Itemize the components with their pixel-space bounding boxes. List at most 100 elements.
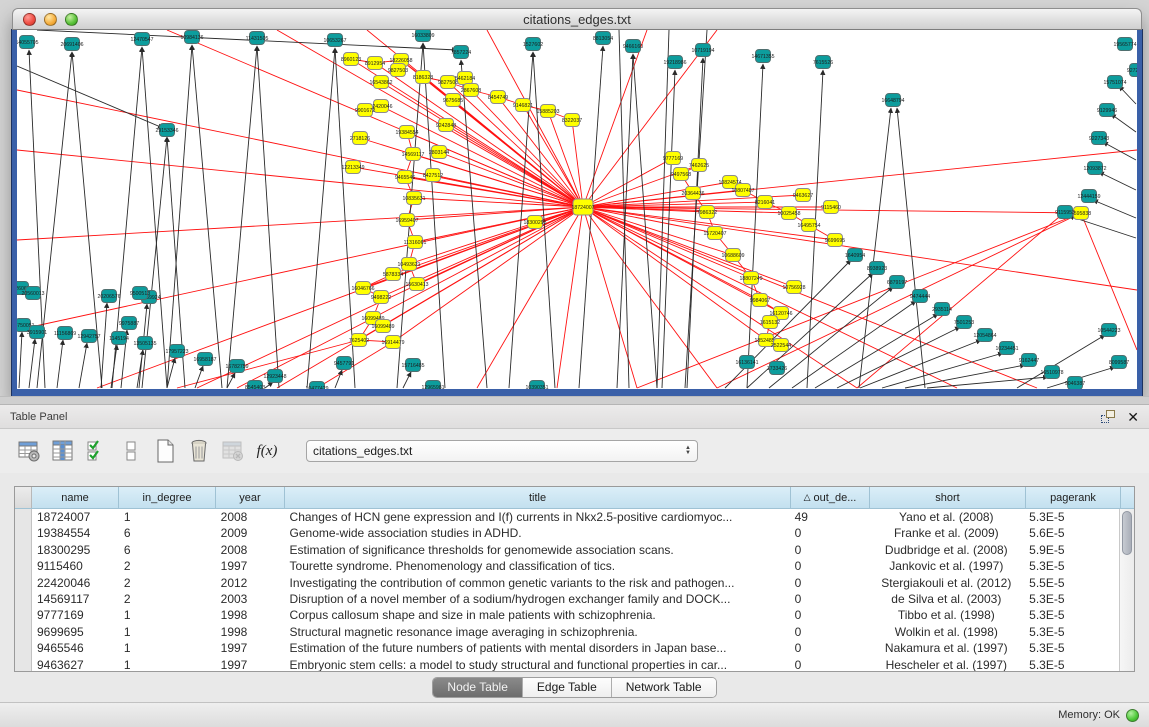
- cell-title[interactable]: Structural magnetic resonance image aver…: [285, 624, 790, 640]
- table-row[interactable]: 1938455462009Genome-wide association stu…: [15, 525, 1119, 541]
- cell-name[interactable]: 22420046: [32, 575, 119, 591]
- float-window-icon[interactable]: [1101, 410, 1115, 423]
- cell-in_degree[interactable]: 1: [119, 509, 216, 525]
- table-row[interactable]: 1872400712008Changes of HCN gene express…: [15, 509, 1119, 525]
- cell-year[interactable]: 1998: [216, 624, 285, 640]
- cell-year[interactable]: 1997: [216, 640, 285, 656]
- table-source-dropdown[interactable]: citations_edges.txt ▲▼: [306, 440, 698, 462]
- cell-out_de[interactable]: 0: [790, 525, 869, 541]
- cell-in_degree[interactable]: 1: [119, 640, 216, 656]
- cell-in_degree[interactable]: 2: [119, 575, 216, 591]
- cell-name[interactable]: 18724007: [32, 509, 119, 525]
- table-row[interactable]: 911546021997Tourette syndrome. Phenomeno…: [15, 558, 1119, 574]
- tab-node-table[interactable]: Node Table: [433, 678, 523, 697]
- table-row[interactable]: 1830029562008Estimation of significance …: [15, 542, 1119, 558]
- cell-title[interactable]: Investigating the contribution of common…: [285, 575, 790, 591]
- delete-table-icon[interactable]: [220, 438, 246, 464]
- cell-title[interactable]: Embryonic stem cells: a model to study s…: [285, 657, 790, 671]
- column-header-pagerank[interactable]: pagerank: [1026, 487, 1121, 508]
- cell-out_de[interactable]: 0: [790, 542, 869, 558]
- cell-out_de[interactable]: 0: [790, 558, 869, 574]
- column-header-title[interactable]: title: [285, 487, 791, 508]
- scrollbar-thumb[interactable]: [1122, 511, 1132, 555]
- cell-short[interactable]: de Silva et al. (2003): [868, 591, 1024, 607]
- table-settings-icon[interactable]: [16, 438, 42, 464]
- cell-short[interactable]: Stergiakouli et al. (2012): [868, 575, 1024, 591]
- cell-in_degree[interactable]: 1: [119, 607, 216, 623]
- cell-short[interactable]: Jankovic et al. (1997): [868, 558, 1024, 574]
- cell-pagerank[interactable]: 5.3E-5: [1024, 640, 1119, 656]
- delete-column-icon[interactable]: [186, 438, 212, 464]
- cell-pagerank[interactable]: 5.3E-5: [1024, 624, 1119, 640]
- cell-in_degree[interactable]: 6: [119, 525, 216, 541]
- cell-name[interactable]: 9115460: [32, 558, 119, 574]
- cell-pagerank[interactable]: 5.3E-5: [1024, 657, 1119, 671]
- cell-year[interactable]: 2008: [216, 509, 285, 525]
- cell-name[interactable]: 9777169: [32, 607, 119, 623]
- cell-title[interactable]: Estimation of the future numbers of pati…: [285, 640, 790, 656]
- cell-title[interactable]: Tourette syndrome. Phenomenology and cla…: [285, 558, 790, 574]
- cell-in_degree[interactable]: 2: [119, 591, 216, 607]
- column-header-out_de[interactable]: △out_de...: [791, 487, 870, 508]
- column-header-short[interactable]: short: [870, 487, 1026, 508]
- cell-year[interactable]: 1998: [216, 607, 285, 623]
- cell-short[interactable]: Dudbridge et al. (2008): [868, 542, 1024, 558]
- cell-out_de[interactable]: 0: [790, 624, 869, 640]
- cell-year[interactable]: 2003: [216, 591, 285, 607]
- tab-network-table[interactable]: Network Table: [612, 678, 716, 697]
- cell-short[interactable]: Franke et al. (2009): [868, 525, 1024, 541]
- cell-in_degree[interactable]: 1: [119, 624, 216, 640]
- cell-short[interactable]: Nakamura et al. (1997): [868, 640, 1024, 656]
- table-row[interactable]: 2242004622012Investigating the contribut…: [15, 575, 1119, 591]
- cell-pagerank[interactable]: 5.9E-5: [1024, 542, 1119, 558]
- table-body[interactable]: 1872400712008Changes of HCN gene express…: [15, 509, 1119, 671]
- cell-title[interactable]: Estimation of significance thresholds fo…: [285, 542, 790, 558]
- cell-title[interactable]: Genome-wide association studies in ADHD.: [285, 525, 790, 541]
- select-all-rows-icon[interactable]: [84, 438, 110, 464]
- cell-pagerank[interactable]: 5.5E-5: [1024, 575, 1119, 591]
- cell-name[interactable]: 18300295: [32, 542, 119, 558]
- cell-out_de[interactable]: 0: [790, 575, 869, 591]
- cell-year[interactable]: 1997: [216, 558, 285, 574]
- node-table[interactable]: namein_degreeyeartitle△out_de...shortpag…: [14, 486, 1135, 672]
- cell-out_de[interactable]: 0: [790, 657, 869, 671]
- cell-short[interactable]: Hescheler et al. (1997): [868, 657, 1024, 671]
- table-type-segmented-control[interactable]: Node TableEdge TableNetwork Table: [432, 677, 716, 698]
- new-column-icon[interactable]: [152, 438, 178, 464]
- cell-short[interactable]: Yano et al. (2008): [868, 509, 1024, 525]
- cell-pagerank[interactable]: 5.3E-5: [1024, 607, 1119, 623]
- cell-name[interactable]: 14569117: [32, 591, 119, 607]
- cell-in_degree[interactable]: 1: [119, 657, 216, 671]
- cell-pagerank[interactable]: 5.3E-5: [1024, 591, 1119, 607]
- window-titlebar[interactable]: citations_edges.txt: [12, 8, 1142, 30]
- cell-year[interactable]: 2009: [216, 525, 285, 541]
- cell-name[interactable]: 9465546: [32, 640, 119, 656]
- tab-edge-table[interactable]: Edge Table: [523, 678, 612, 697]
- table-row[interactable]: 969969511998Structural magnetic resonanc…: [15, 624, 1119, 640]
- cell-name[interactable]: 9699695: [32, 624, 119, 640]
- column-header-name[interactable]: name: [32, 487, 119, 508]
- unselect-rows-icon[interactable]: [118, 438, 144, 464]
- column-header-in_degree[interactable]: in_degree: [119, 487, 216, 508]
- cell-short[interactable]: Wolkin et al. (1998): [868, 624, 1024, 640]
- cell-pagerank[interactable]: 5.3E-5: [1024, 558, 1119, 574]
- cell-short[interactable]: Tibbo et al. (1998): [868, 607, 1024, 623]
- cell-title[interactable]: Changes of HCN gene expression and I(f) …: [285, 509, 790, 525]
- table-row[interactable]: 977716911998Corpus callosum shape and si…: [15, 607, 1119, 623]
- cell-year[interactable]: 1997: [216, 657, 285, 671]
- cell-title[interactable]: Corpus callosum shape and size in male p…: [285, 607, 790, 623]
- cell-in_degree[interactable]: 2: [119, 558, 216, 574]
- cell-name[interactable]: 19384554: [32, 525, 119, 541]
- panel-splitter-handle[interactable]: ▴: [0, 396, 1149, 405]
- table-row[interactable]: 946554611997Estimation of the future num…: [15, 640, 1119, 656]
- cell-out_de[interactable]: 0: [790, 607, 869, 623]
- cell-out_de[interactable]: 0: [790, 640, 869, 656]
- function-builder-icon[interactable]: f(x): [254, 438, 280, 464]
- table-column-icon[interactable]: [50, 438, 76, 464]
- cell-out_de[interactable]: 49: [790, 509, 869, 525]
- cell-year[interactable]: 2008: [216, 542, 285, 558]
- cell-name[interactable]: 9463627: [32, 657, 119, 671]
- cell-pagerank[interactable]: 5.3E-5: [1024, 509, 1119, 525]
- table-header-row[interactable]: namein_degreeyeartitle△out_de...shortpag…: [15, 487, 1134, 509]
- close-panel-icon[interactable]: ✕: [1127, 410, 1139, 424]
